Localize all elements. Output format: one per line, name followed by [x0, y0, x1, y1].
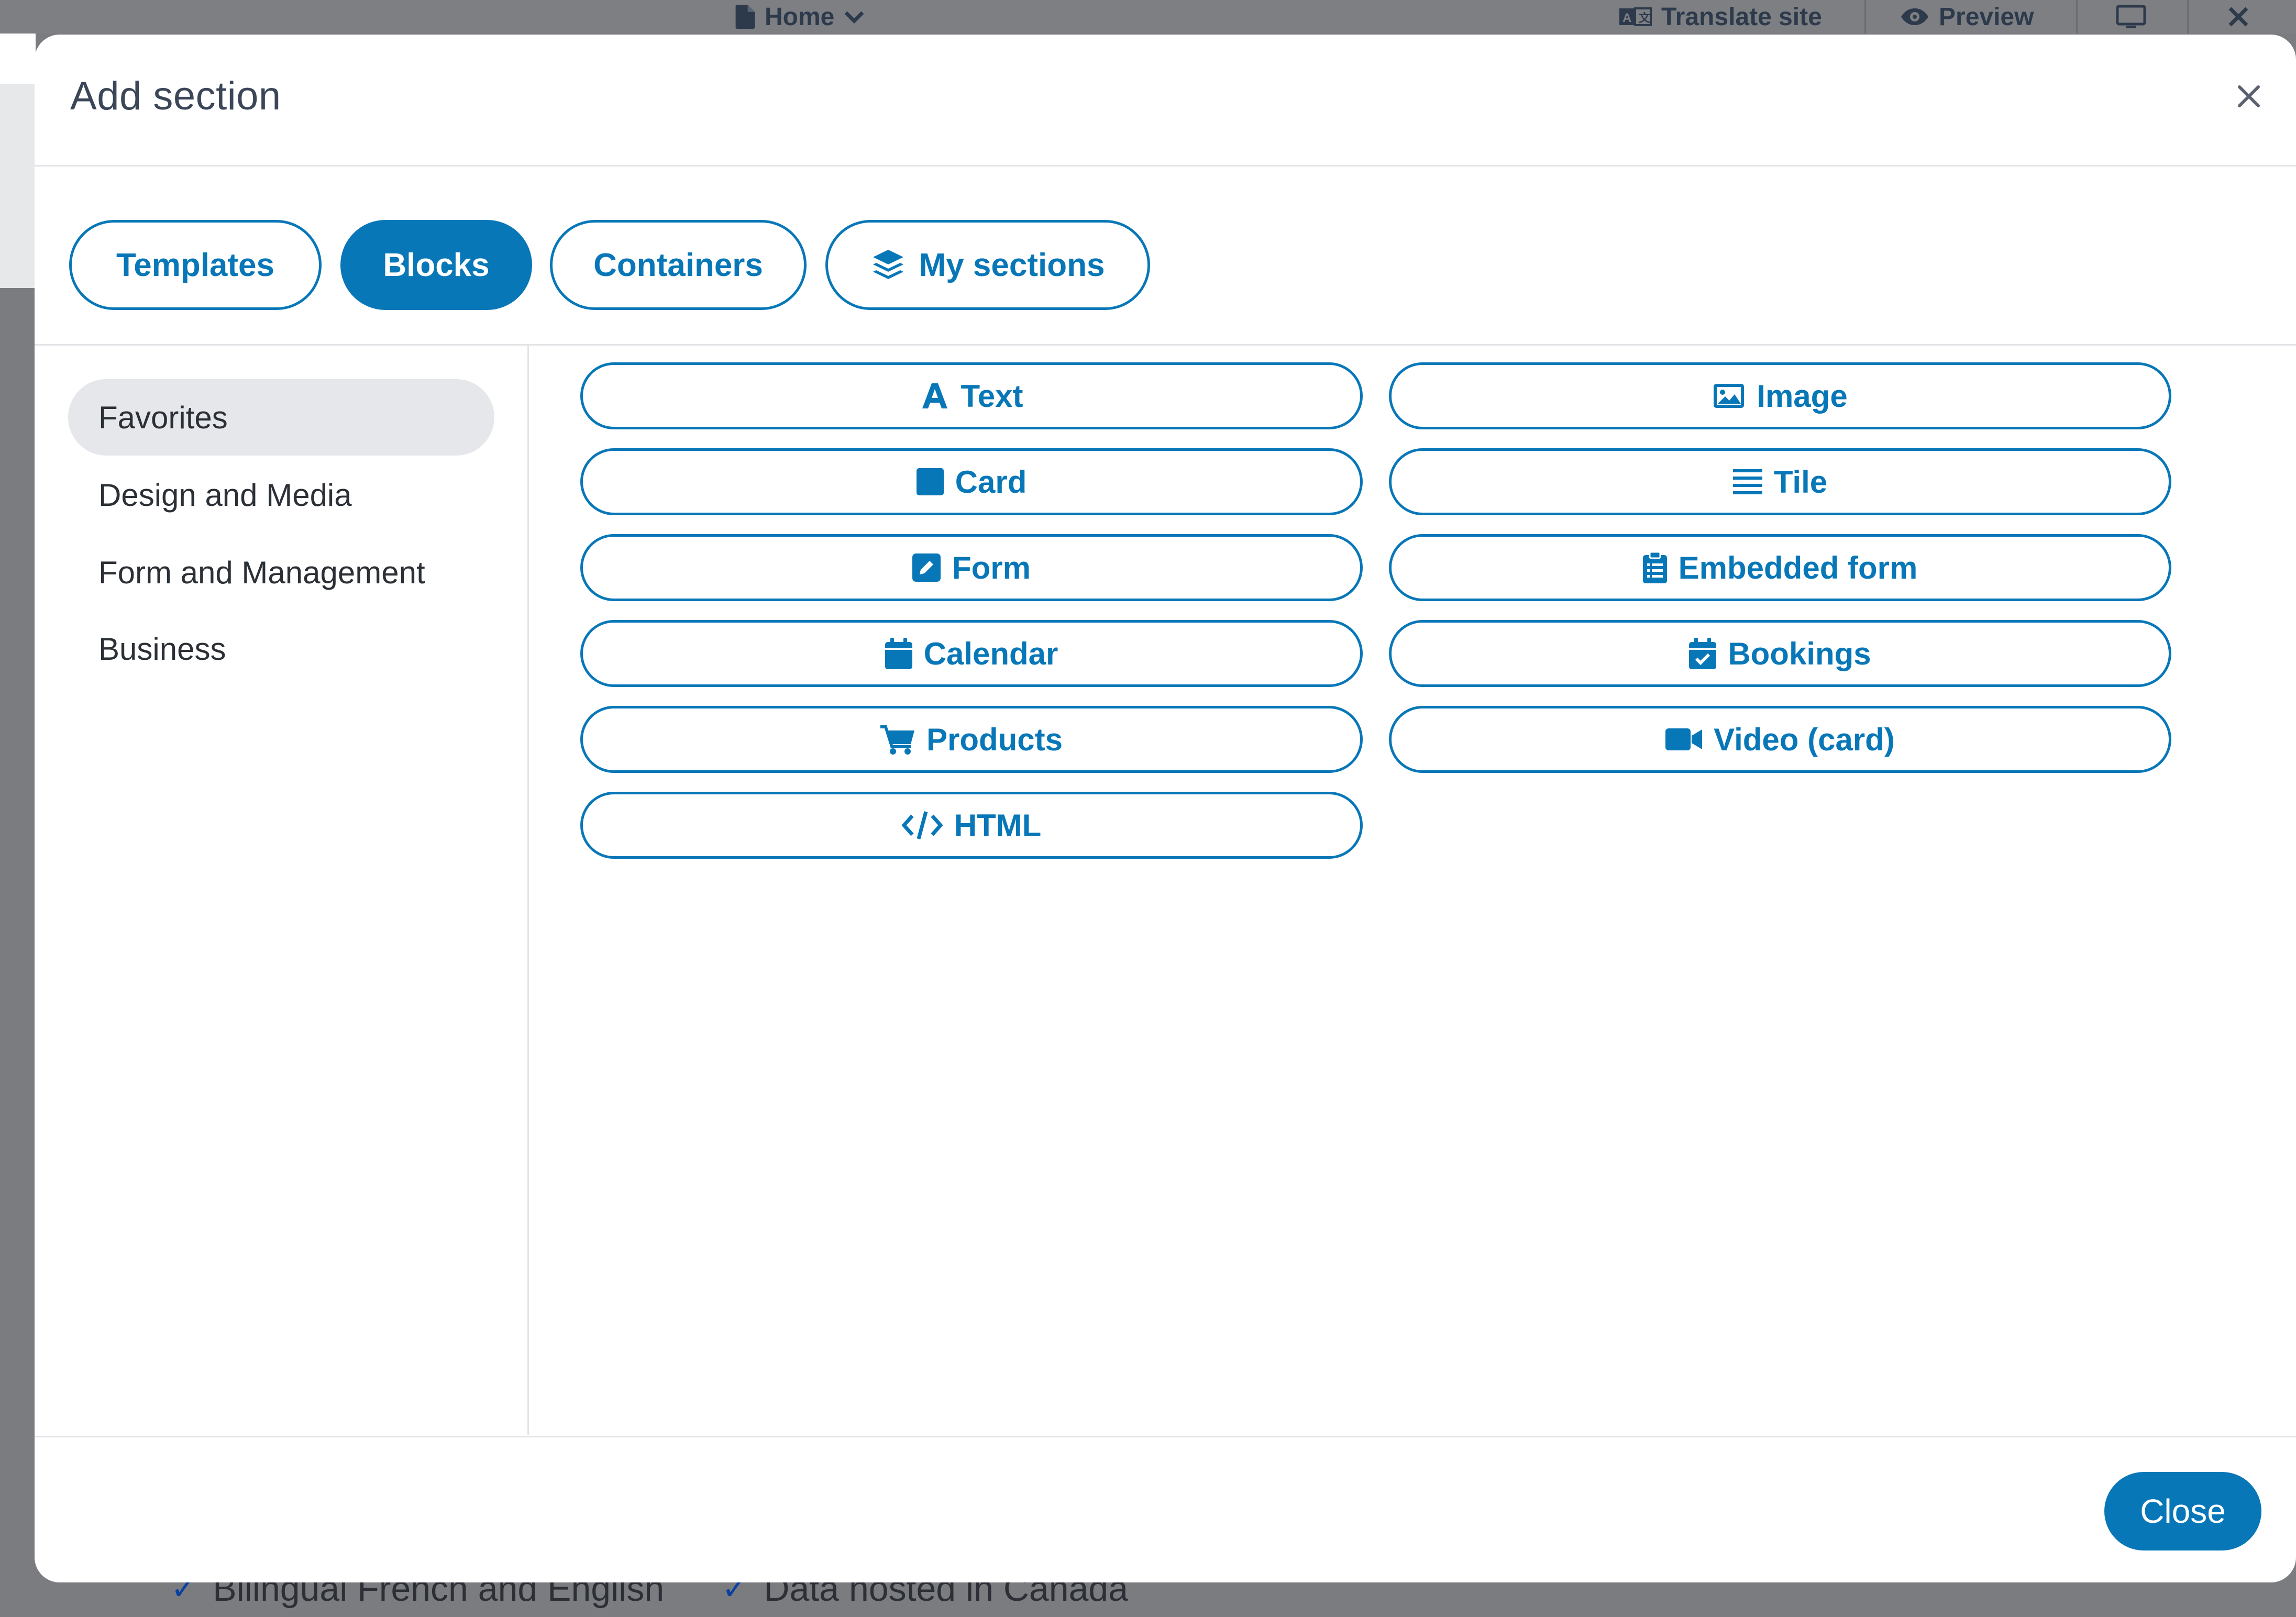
tab-label: Blocks — [383, 247, 490, 283]
font-icon — [922, 383, 947, 408]
tab-blocks[interactable]: Blocks — [340, 220, 532, 310]
square-icon — [916, 468, 944, 495]
sidebar-item-favorites[interactable]: Favorites — [68, 379, 494, 456]
block-products-button[interactable]: Products — [580, 706, 1363, 773]
calendar-check-icon — [1689, 638, 1717, 669]
translate-site-button[interactable]: A文 Translate site — [1619, 3, 1822, 31]
tab-label: Containers — [593, 247, 763, 283]
block-label: Form — [952, 550, 1031, 585]
sidebar-item-business[interactable]: Business — [68, 611, 494, 687]
device-toggle-button[interactable] — [2116, 4, 2146, 29]
chevron-down-icon — [844, 11, 864, 24]
sidebar-item-form-and-management[interactable]: Form and Management — [68, 534, 494, 611]
add-section-dialog: Add section Templates Blocks Containers … — [35, 35, 2296, 1582]
eye-icon — [1901, 8, 1928, 25]
preview-label: Preview — [1939, 3, 2034, 31]
block-text-button[interactable]: Text — [580, 362, 1363, 429]
divider — [1864, 0, 1866, 34]
translate-site-label: Translate site — [1661, 3, 1822, 31]
close-icon — [2238, 85, 2260, 107]
monitor-icon — [2116, 5, 2146, 28]
block-form-button[interactable]: Form — [580, 534, 1363, 601]
block-label: Card — [955, 464, 1027, 500]
dialog-close-x-button[interactable] — [2230, 77, 2268, 115]
block-label: Embedded form — [1678, 550, 1918, 585]
block-embedded-form-button[interactable]: Embedded form — [1389, 534, 2171, 601]
code-icon — [901, 811, 943, 839]
page-selector[interactable]: Home — [735, 3, 865, 31]
edit-icon — [912, 553, 941, 582]
block-label: HTML — [954, 807, 1042, 843]
file-icon — [735, 5, 755, 29]
sidebar-item-label: Favorites — [98, 400, 228, 435]
calendar-icon — [885, 638, 912, 669]
tab-label: My sections — [919, 247, 1105, 283]
sidebar-item-label: Business — [98, 631, 226, 667]
divider — [2187, 0, 2189, 34]
background-panel — [0, 84, 36, 288]
page-selector-label: Home — [765, 3, 835, 31]
svg-text:文: 文 — [1639, 12, 1651, 25]
tab-label: Templates — [116, 247, 275, 283]
dialog-footer: Close — [35, 1436, 2296, 1582]
list-lines-icon — [1732, 469, 1762, 494]
image-icon — [1714, 384, 1745, 408]
section-type-tabs: Templates Blocks Containers My sections — [35, 167, 2296, 346]
block-label: Bookings — [1728, 636, 1871, 671]
svg-text:A: A — [1622, 11, 1631, 25]
block-label: Image — [1757, 378, 1848, 414]
block-label: Products — [926, 722, 1063, 757]
block-label: Text — [961, 378, 1023, 414]
divider — [2076, 0, 2078, 34]
tab-templates[interactable]: Templates — [69, 220, 322, 310]
background-page-edge — [0, 0, 36, 1617]
block-label: Tile — [1773, 464, 1828, 500]
sidebar-item-design-and-media[interactable]: Design and Media — [68, 457, 494, 533]
block-image-button[interactable]: Image — [1389, 362, 2171, 429]
layers-icon — [873, 250, 903, 279]
editor-close-button[interactable] — [2227, 4, 2250, 29]
category-sidebar: Favorites Design and Media Form and Mana… — [35, 346, 529, 1435]
preview-button[interactable]: Preview — [1900, 3, 2034, 31]
block-label: Video (card) — [1714, 722, 1895, 757]
tab-containers[interactable]: Containers — [550, 220, 807, 310]
sidebar-item-label: Design and Media — [98, 477, 352, 513]
block-label: Calendar — [923, 636, 1058, 671]
block-card-button[interactable]: Card — [580, 448, 1363, 515]
video-icon — [1665, 728, 1703, 750]
block-tile-button[interactable]: Tile — [1389, 448, 2171, 515]
close-button[interactable]: Close — [2104, 1472, 2261, 1550]
dialog-header: Add section — [35, 35, 2296, 167]
clipboard-list-icon — [1642, 552, 1667, 583]
block-calendar-button[interactable]: Calendar — [580, 620, 1363, 687]
block-video-card-button[interactable]: Video (card) — [1389, 706, 2171, 773]
translate-icon: A文 — [1619, 7, 1652, 26]
block-bookings-button[interactable]: Bookings — [1389, 620, 2171, 687]
tab-my-sections[interactable]: My sections — [825, 220, 1150, 310]
dialog-title: Add section — [70, 74, 281, 118]
editor-top-bar: Home A文 Translate site Preview — [0, 0, 2296, 34]
cart-icon — [880, 725, 914, 755]
close-icon — [2228, 7, 2248, 27]
block-html-button[interactable]: HTML — [580, 792, 1363, 859]
sidebar-item-label: Form and Management — [98, 555, 425, 590]
